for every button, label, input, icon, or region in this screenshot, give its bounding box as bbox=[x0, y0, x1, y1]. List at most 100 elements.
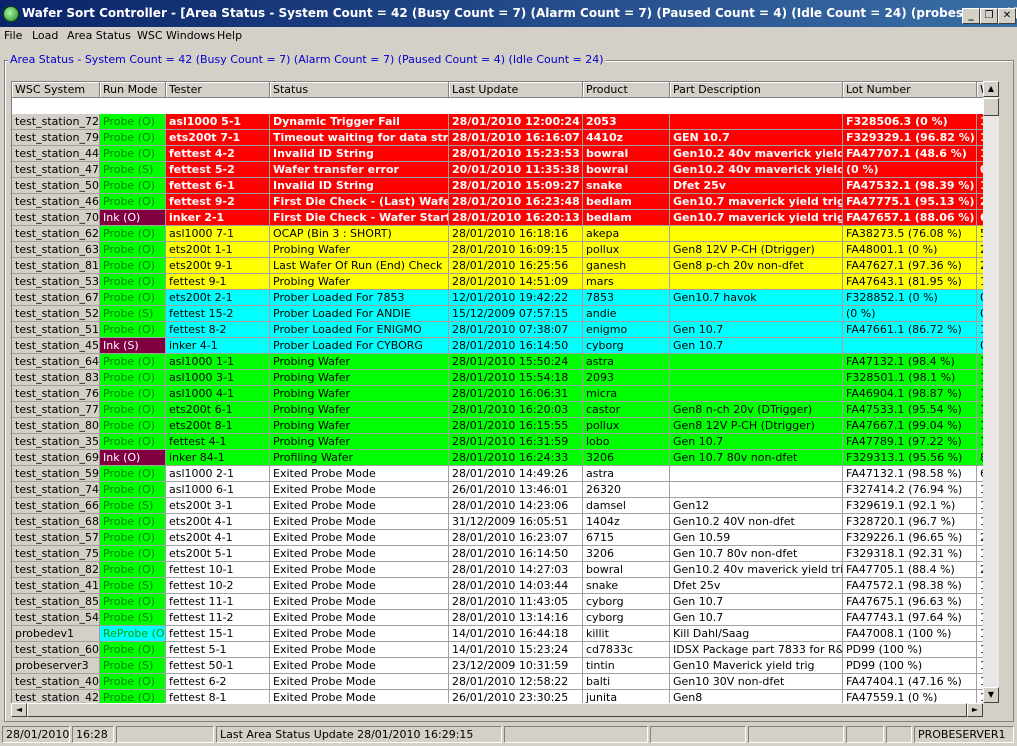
cell-part-description[interactable]: Gen10.7 maverick yield trig bbox=[670, 194, 843, 210]
cell-product[interactable]: cyborg bbox=[583, 338, 670, 354]
cell-run-mode[interactable]: Probe (S) bbox=[100, 498, 166, 514]
cell-tester[interactable]: ets200t 6-1 bbox=[166, 402, 270, 418]
cell-run-mode[interactable]: Probe (O) bbox=[100, 546, 166, 562]
cell-lot-number[interactable]: FA47643.1 (81.95 %) bbox=[843, 274, 977, 290]
table-row[interactable]: test_station_83 Probe (O) asl1000 3-1 Probi… bbox=[12, 370, 984, 386]
cell-product[interactable]: 26320 bbox=[583, 482, 670, 498]
column-header-tester[interactable]: Tester bbox=[166, 82, 270, 98]
vertical-scrollbar[interactable]: ▲ ▼ bbox=[983, 81, 999, 703]
cell-product[interactable]: cyborg bbox=[583, 594, 670, 610]
column-header-part-description[interactable]: Part Description bbox=[670, 82, 843, 98]
table-row[interactable]: test_station_57 Probe (O) ets200t 4-1 Exite… bbox=[12, 530, 984, 546]
column-header-wsc-system[interactable]: WSC System bbox=[12, 82, 100, 98]
cell-part-description[interactable] bbox=[670, 306, 843, 322]
cell-run-mode[interactable]: Probe (O) bbox=[100, 434, 166, 450]
table-row[interactable]: test_station_35 Probe (O) fettest 4-1 Probi… bbox=[12, 434, 984, 450]
cell-product[interactable]: akepa bbox=[583, 226, 670, 242]
cell-wsc-system[interactable]: test_station_70 bbox=[12, 210, 100, 226]
cell-wsc-system[interactable]: test_station_57 bbox=[12, 530, 100, 546]
table-row[interactable]: test_station_40 Probe (O) fettest 6-2 Exite… bbox=[12, 674, 984, 690]
cell-part-description[interactable]: Gen 10.7 bbox=[670, 594, 843, 610]
table-row[interactable]: test_station_69 Ink (O) inker 84-1 Profilin… bbox=[12, 450, 984, 466]
cell-status[interactable]: Probing Wafer bbox=[270, 242, 449, 258]
cell-run-mode[interactable]: Probe (O) bbox=[100, 178, 166, 194]
cell-status[interactable]: Wafer transfer error bbox=[270, 162, 449, 178]
cell-part-description[interactable] bbox=[670, 386, 843, 402]
cell-part-description[interactable]: Gen 10.7 bbox=[670, 434, 843, 450]
cell-product[interactable]: ganesh bbox=[583, 258, 670, 274]
cell-last-update[interactable]: 12/01/2010 19:42:22 bbox=[449, 290, 583, 306]
table-row[interactable]: test_station_77 Probe (O) ets200t 6-1 Probi… bbox=[12, 402, 984, 418]
cell-status[interactable]: Probing Wafer bbox=[270, 386, 449, 402]
cell-status[interactable]: Probing Wafer bbox=[270, 418, 449, 434]
cell-lot-number[interactable]: FA47559.1 (0 %) bbox=[843, 690, 977, 704]
cell-lot-number[interactable]: FA47705.1 (88.4 %) bbox=[843, 562, 977, 578]
cell-part-description[interactable]: Gen8 n-ch 20v (DTrigger) bbox=[670, 402, 843, 418]
cell-run-mode[interactable]: Probe (S) bbox=[100, 578, 166, 594]
cell-lot-number[interactable]: FA47132.1 (98.4 %) bbox=[843, 354, 977, 370]
cell-tester[interactable]: inker 84-1 bbox=[166, 450, 270, 466]
cell-wsc-system[interactable]: probeserver3 bbox=[12, 658, 100, 674]
restore-button[interactable]: ❐ bbox=[980, 8, 998, 24]
scroll-up-icon[interactable]: ▲ bbox=[983, 81, 999, 97]
cell-tester[interactable]: ets200t 4-1 bbox=[166, 530, 270, 546]
cell-tester[interactable]: inker 2-1 bbox=[166, 210, 270, 226]
cell-tester[interactable]: ets200t 8-1 bbox=[166, 418, 270, 434]
horizontal-scrollbar[interactable]: ◄ ► bbox=[11, 703, 983, 717]
cell-tester[interactable]: fettest 10-1 bbox=[166, 562, 270, 578]
table-row[interactable]: test_station_47 Probe (S) fettest 5-2 Wafer… bbox=[12, 162, 984, 178]
cell-lot-number[interactable]: F327414.2 (76.94 %) bbox=[843, 482, 977, 498]
cell-last-update[interactable]: 28/01/2010 16:15:55 bbox=[449, 418, 583, 434]
cell-last-update[interactable]: 23/12/2009 10:31:59 bbox=[449, 658, 583, 674]
cell-product[interactable]: astra bbox=[583, 466, 670, 482]
cell-tester[interactable]: ets200t 3-1 bbox=[166, 498, 270, 514]
cell-status[interactable]: Prober Loaded For ENIGMO bbox=[270, 322, 449, 338]
cell-product[interactable]: balti bbox=[583, 674, 670, 690]
cell-last-update[interactable]: 28/01/2010 16:16:07 bbox=[449, 130, 583, 146]
cell-status[interactable]: Prober Loaded For 7853 bbox=[270, 290, 449, 306]
cell-tester[interactable]: fettest 5-2 bbox=[166, 162, 270, 178]
cell-part-description[interactable]: Gen 10.7 bbox=[670, 610, 843, 626]
cell-last-update[interactable]: 28/01/2010 16:23:07 bbox=[449, 530, 583, 546]
cell-lot-number[interactable]: (0 %) bbox=[843, 306, 977, 322]
cell-last-update[interactable]: 28/01/2010 12:58:22 bbox=[449, 674, 583, 690]
cell-run-mode[interactable]: Probe (O) bbox=[100, 354, 166, 370]
cell-wsc-system[interactable]: test_station_69 bbox=[12, 450, 100, 466]
cell-product[interactable]: pollux bbox=[583, 418, 670, 434]
cell-tester[interactable]: fettest 8-2 bbox=[166, 322, 270, 338]
cell-last-update[interactable]: 28/01/2010 16:06:31 bbox=[449, 386, 583, 402]
cell-lot-number[interactable]: F328852.1 (0 %) bbox=[843, 290, 977, 306]
cell-product[interactable]: mars bbox=[583, 274, 670, 290]
cell-wsc-system[interactable]: test_station_35 bbox=[12, 434, 100, 450]
cell-run-mode[interactable]: Probe (O) bbox=[100, 482, 166, 498]
table-row[interactable]: test_station_52 Probe (S) fettest 15-2 Prob… bbox=[12, 306, 984, 322]
cell-product[interactable]: 7853 bbox=[583, 290, 670, 306]
cell-wsc-system[interactable]: test_station_66 bbox=[12, 498, 100, 514]
cell-status[interactable]: Last Wafer Of Run (End) Check bbox=[270, 258, 449, 274]
scroll-left-icon[interactable]: ◄ bbox=[11, 703, 27, 717]
cell-last-update[interactable]: 28/01/2010 16:14:50 bbox=[449, 338, 583, 354]
cell-part-description[interactable] bbox=[670, 482, 843, 498]
cell-wsc-system[interactable]: test_station_47 bbox=[12, 162, 100, 178]
cell-wsc-system[interactable]: test_station_54 bbox=[12, 610, 100, 626]
cell-lot-number[interactable]: PD99 (100 %) bbox=[843, 658, 977, 674]
close-button[interactable]: ✕ bbox=[998, 8, 1016, 24]
cell-status[interactable]: Exited Probe Mode bbox=[270, 610, 449, 626]
cell-status[interactable]: Exited Probe Mode bbox=[270, 690, 449, 704]
cell-part-description[interactable] bbox=[670, 226, 843, 242]
table-row[interactable]: test_station_75 Probe (O) ets200t 5-1 Exite… bbox=[12, 546, 984, 562]
menu-load[interactable]: Load bbox=[32, 29, 58, 42]
cell-lot-number[interactable]: FA47675.1 (96.63 %) bbox=[843, 594, 977, 610]
cell-status[interactable]: Invalid ID String bbox=[270, 178, 449, 194]
cell-last-update[interactable]: 28/01/2010 16:14:50 bbox=[449, 546, 583, 562]
cell-wsc-system[interactable]: test_station_59 bbox=[12, 466, 100, 482]
cell-part-description[interactable]: Gen 10.7 bbox=[670, 322, 843, 338]
table-row[interactable]: test_station_79 Probe (O) ets200t 7-1 Timeo… bbox=[12, 130, 984, 146]
cell-run-mode[interactable]: Probe (O) bbox=[100, 418, 166, 434]
table-row[interactable]: test_station_74 Probe (O) asl1000 6-1 Exite… bbox=[12, 482, 984, 498]
hscroll-thumb[interactable] bbox=[27, 703, 967, 717]
table-row[interactable]: test_station_44 Probe (O) fettest 4-2 Inval… bbox=[12, 146, 984, 162]
cell-last-update[interactable]: 28/01/2010 14:03:44 bbox=[449, 578, 583, 594]
cell-run-mode[interactable]: Ink (O) bbox=[100, 450, 166, 466]
cell-tester[interactable]: ets200t 9-1 bbox=[166, 258, 270, 274]
